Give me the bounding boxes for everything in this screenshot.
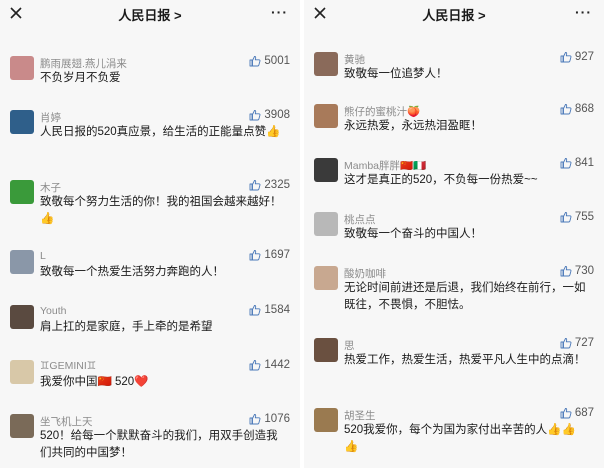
left-panel: 人民日报 > ··· 鹏雨展翅.燕儿涓来 5001 不负岁月不负爱 肖婷 3908 人民日… xyxy=(0,0,300,468)
like-count: 755 xyxy=(574,211,594,223)
thumbs-up-icon xyxy=(560,266,572,277)
like-count: 868 xyxy=(574,103,594,115)
like-count: 2325 xyxy=(264,179,290,191)
commenter-name[interactable]: ♊GEMINI♊ xyxy=(40,360,96,372)
like-count: 730 xyxy=(574,265,594,277)
like-count: 1584 xyxy=(264,304,290,316)
thumbs-up-icon xyxy=(560,338,572,349)
like-count: 841 xyxy=(574,157,594,169)
like-count: 1442 xyxy=(264,359,290,371)
avatar[interactable] xyxy=(10,250,34,274)
commenter-name[interactable]: 思 xyxy=(344,338,355,353)
thumbs-up-icon xyxy=(249,360,261,371)
thumbs-up-icon xyxy=(560,52,572,63)
more-icon[interactable]: ··· xyxy=(575,4,592,20)
page-title[interactable]: 人民日报 > xyxy=(304,5,604,24)
thumbs-up-icon xyxy=(560,212,572,223)
commenter-name[interactable]: 鹏雨展翅.燕儿涓来 xyxy=(40,56,127,71)
thumbs-up-icon xyxy=(249,110,261,121)
comment-text: 520！给每一个默默奋斗的我们，用双手创造我们共同的中国梦！ xyxy=(40,430,278,459)
comment-text: 无论时间前进还是后退，我们始终在前行，一如既往，不畏惧，不胆怯。 xyxy=(344,282,586,311)
avatar[interactable] xyxy=(314,52,338,76)
like-count: 687 xyxy=(574,407,594,419)
thumbs-up-icon xyxy=(560,104,572,115)
like-button[interactable]: 1076 xyxy=(249,413,290,425)
thumbs-up-icon xyxy=(560,408,572,419)
like-button[interactable]: 841 xyxy=(560,157,594,169)
commenter-name[interactable]: 胡圣生 xyxy=(344,408,376,423)
comment-text: 肩上扛的是家庭，手上牵的是希望 xyxy=(40,321,213,333)
comment-text: 热爱工作，热爱生活，热爱平凡人生中的点滴！ xyxy=(344,354,586,366)
like-button[interactable]: 2325 xyxy=(249,179,290,191)
like-count: 5001 xyxy=(264,55,290,67)
like-count: 3908 xyxy=(264,109,290,121)
thumbs-up-icon xyxy=(249,305,261,316)
comment-text: 致敬每一位追梦人！ xyxy=(344,68,448,80)
commenter-name[interactable]: 熊仔的蜜桃汁🍑 xyxy=(344,104,420,119)
avatar[interactable] xyxy=(10,414,34,438)
avatar[interactable] xyxy=(10,180,34,204)
thumbs-up-icon xyxy=(249,56,261,67)
more-icon[interactable]: ··· xyxy=(271,4,288,20)
comment-text: 我爱你中国🇨🇳 520❤️ xyxy=(40,376,149,388)
avatar[interactable] xyxy=(314,212,338,236)
like-button[interactable]: 1442 xyxy=(249,359,290,371)
comment-text: 这才是真正的520，不负每一份热爱~~ xyxy=(344,174,538,186)
commenter-name[interactable]: 桃点点 xyxy=(344,212,376,227)
avatar[interactable] xyxy=(314,338,338,362)
avatar[interactable] xyxy=(10,305,34,329)
like-count: 1697 xyxy=(264,249,290,261)
like-button[interactable]: 1697 xyxy=(249,249,290,261)
commenter-name[interactable]: 木子 xyxy=(40,180,61,195)
avatar[interactable] xyxy=(314,408,338,432)
like-count: 927 xyxy=(574,51,594,63)
avatar[interactable] xyxy=(10,56,34,80)
like-button[interactable]: 5001 xyxy=(249,55,290,67)
comment-text: 致敬每一个热爱生活努力奔跑的人！ xyxy=(40,266,224,278)
commenter-name[interactable]: 黄驰 xyxy=(344,52,365,67)
commenter-name[interactable]: 肖婷 xyxy=(40,110,61,125)
avatar[interactable] xyxy=(314,104,338,128)
thumbs-up-icon xyxy=(560,158,572,169)
commenter-name[interactable]: Youth xyxy=(40,305,66,317)
like-button[interactable]: 868 xyxy=(560,103,594,115)
comment-text: 永远热爱，永远热泪盈眶！ xyxy=(344,120,482,132)
like-button[interactable]: 730 xyxy=(560,265,594,277)
commenter-name[interactable]: L xyxy=(40,250,46,262)
page-title[interactable]: 人民日报 > xyxy=(0,5,300,24)
like-count: 1076 xyxy=(264,413,290,425)
thumbs-up-icon xyxy=(249,414,261,425)
right-panel: 人民日报 > ··· 黄驰 927 致敬每一位追梦人！ 熊仔的蜜桃汁🍑 868 永远热爱，… xyxy=(304,0,604,468)
like-button[interactable]: 755 xyxy=(560,211,594,223)
like-count: 727 xyxy=(574,337,594,349)
comment-text: 不负岁月不负爱 xyxy=(40,72,121,84)
comment-text: 520我爱你，每个为国为家付出辛苦的人👍👍👍 xyxy=(344,424,576,453)
top-bar: 人民日报 > ··· xyxy=(0,0,300,30)
avatar[interactable] xyxy=(314,158,338,182)
like-button[interactable]: 1584 xyxy=(249,304,290,316)
commenter-name[interactable]: 酸奶咖啡 xyxy=(344,266,386,281)
like-button[interactable]: 927 xyxy=(560,51,594,63)
avatar[interactable] xyxy=(10,110,34,134)
top-bar: 人民日报 > ··· xyxy=(304,0,604,30)
avatar[interactable] xyxy=(314,266,338,290)
comment-text: 致敬每个努力生活的你！我的祖国会越来越好！👍 xyxy=(40,196,282,225)
thumbs-up-icon xyxy=(249,250,261,261)
thumbs-up-icon xyxy=(249,180,261,191)
commenter-name[interactable]: Mamba胖胖🇨🇳🇮🇹 xyxy=(344,158,426,173)
comment-text: 人民日报的520真应景，给生活的正能量点赞👍 xyxy=(40,126,281,138)
avatar[interactable] xyxy=(10,360,34,384)
commenter-name[interactable]: 坐飞机上天 xyxy=(40,414,93,429)
comment-text: 致敬每一个奋斗的中国人！ xyxy=(344,228,482,240)
like-button[interactable]: 3908 xyxy=(249,109,290,121)
like-button[interactable]: 687 xyxy=(560,407,594,419)
like-button[interactable]: 727 xyxy=(560,337,594,349)
